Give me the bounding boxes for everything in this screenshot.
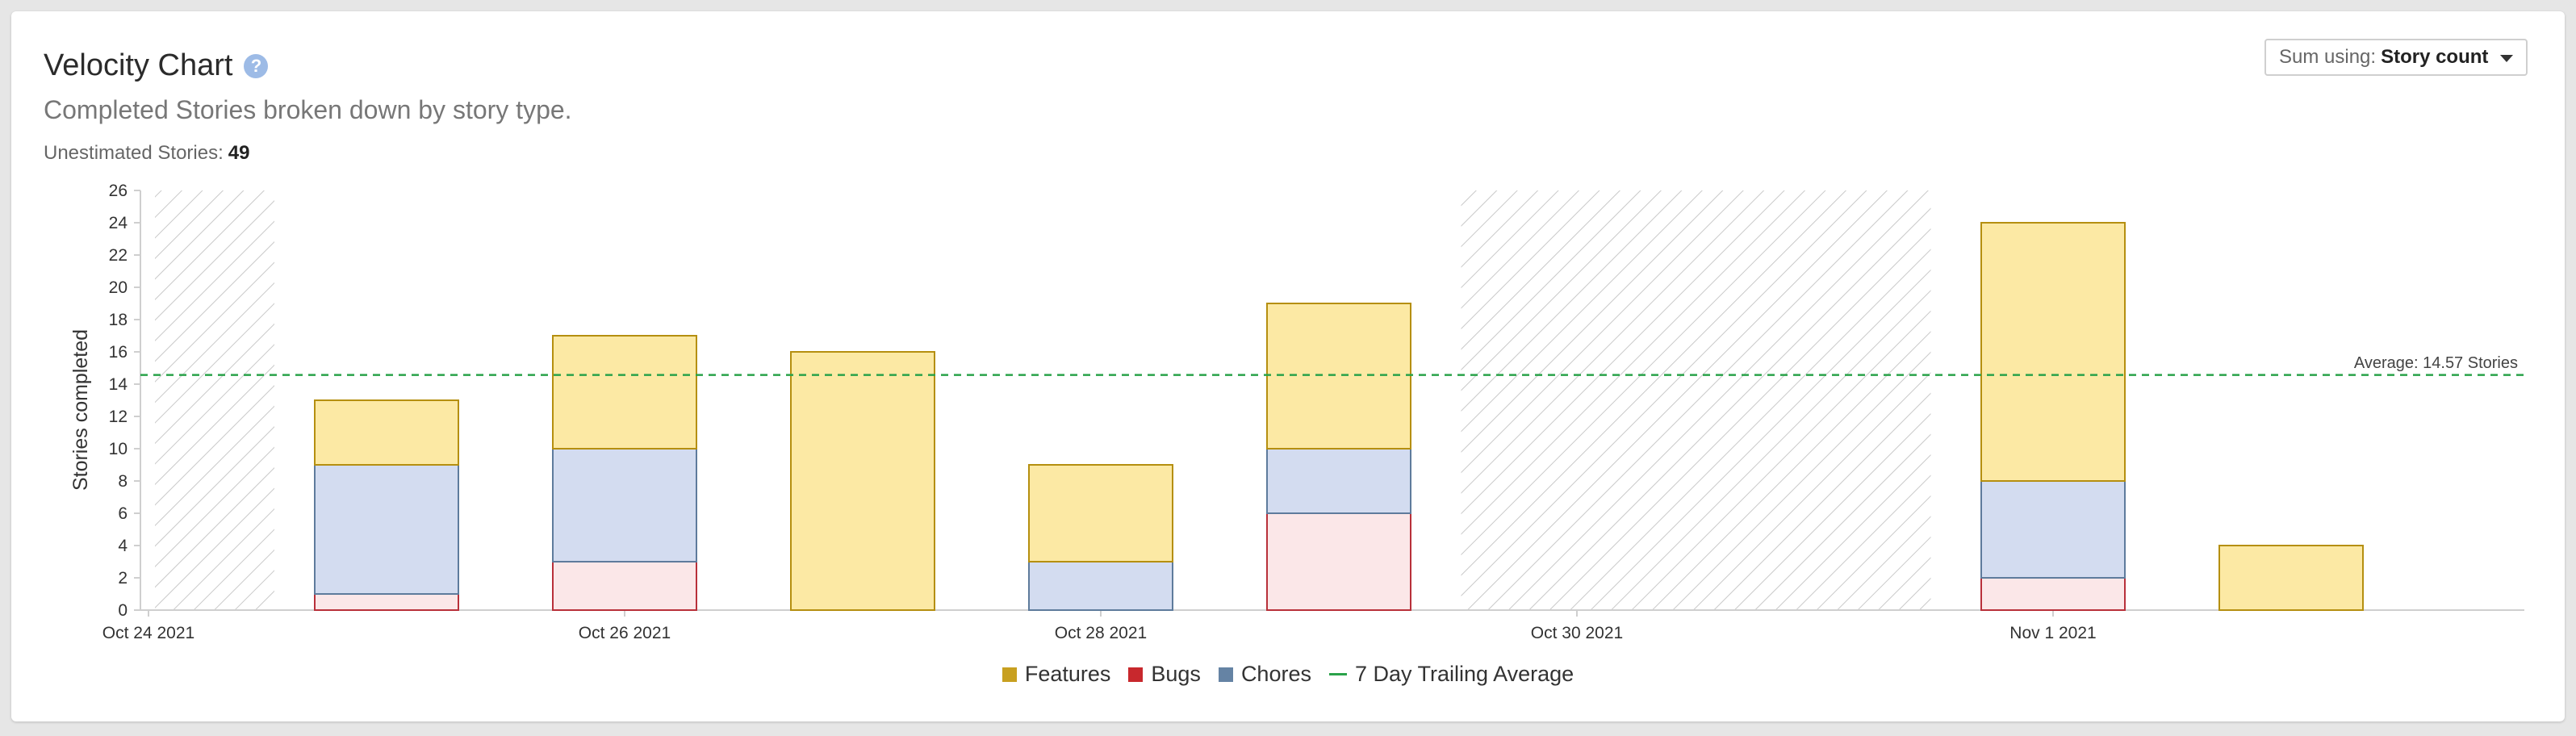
velocity-chart-card: Velocity Chart ? Completed Stories broke…	[11, 11, 2565, 721]
bar-features[interactable]	[1028, 464, 1173, 562]
chart-legend: Features Bugs Chores 7 Day Trailing Aver…	[11, 662, 2565, 687]
bar-chores[interactable]	[314, 464, 459, 595]
y-tick-label: 24	[109, 214, 128, 232]
y-tick-label: 2	[118, 569, 128, 588]
bar-chores[interactable]	[1028, 561, 1173, 611]
legend-label-bugs: Bugs	[1151, 662, 1201, 686]
bar-features[interactable]	[314, 399, 459, 466]
bar-features[interactable]	[1980, 222, 2126, 482]
y-tick-label: 20	[109, 278, 128, 297]
y-tick-label: 0	[118, 601, 128, 620]
bar-chores[interactable]	[552, 448, 697, 562]
velocity-chart: 02468101214161820222426Oct 24 2021 Oct 26…	[69, 182, 2524, 642]
x-tick-label: Oct 30 2021	[1531, 624, 1623, 642]
chores-swatch	[1218, 667, 1233, 682]
x-tick-label: Oct 26 2021	[579, 624, 671, 642]
legend-item-chores[interactable]: Chores	[1218, 662, 1311, 687]
y-tick-label: 12	[109, 408, 128, 426]
average-line-swatch	[1328, 673, 1347, 675]
bugs-swatch	[1128, 667, 1144, 682]
y-tick-label: 18	[109, 311, 128, 329]
bar-bugs[interactable]	[1980, 577, 2126, 611]
bar-bugs[interactable]	[552, 561, 697, 611]
y-tick-label: 22	[109, 246, 128, 265]
legend-item-average[interactable]: 7 Day Trailing Average	[1328, 662, 1574, 687]
features-swatch	[1002, 667, 1017, 682]
bar-features[interactable]	[1266, 303, 1411, 450]
x-tick-label: Oct 28 2021	[1055, 624, 1147, 642]
y-tick-label: 4	[118, 537, 128, 555]
legend-label-average: 7 Day Trailing Average	[1354, 662, 1574, 686]
y-tick-label: 14	[109, 375, 128, 394]
bar-features[interactable]	[2218, 545, 2364, 611]
non-working-period	[155, 190, 274, 610]
legend-label-features: Features	[1024, 662, 1111, 686]
bar-features[interactable]	[552, 335, 697, 450]
legend-label-chores: Chores	[1240, 662, 1311, 686]
legend-item-bugs[interactable]: Bugs	[1128, 662, 1201, 687]
x-tick-label: Oct 24 2021	[102, 624, 194, 642]
non-working-period	[1461, 190, 1931, 610]
bar-features[interactable]	[790, 351, 935, 611]
y-tick-label: 26	[109, 182, 128, 200]
y-tick-label: 10	[109, 440, 128, 458]
y-tick-label: 16	[109, 343, 128, 362]
legend-item-features[interactable]: Features	[1002, 662, 1111, 687]
bar-bugs[interactable]	[314, 593, 459, 611]
x-tick-label: Nov 1 2021	[2009, 624, 2096, 642]
average-label: Average: 14.57 Stories	[2354, 354, 2518, 372]
y-tick-label: 6	[118, 504, 128, 523]
bar-bugs[interactable]	[1266, 512, 1411, 611]
y-axis-label: Stories completed	[69, 329, 92, 491]
y-tick-label: 8	[118, 472, 128, 491]
bar-chores[interactable]	[1980, 480, 2126, 579]
bar-chores[interactable]	[1266, 448, 1411, 514]
